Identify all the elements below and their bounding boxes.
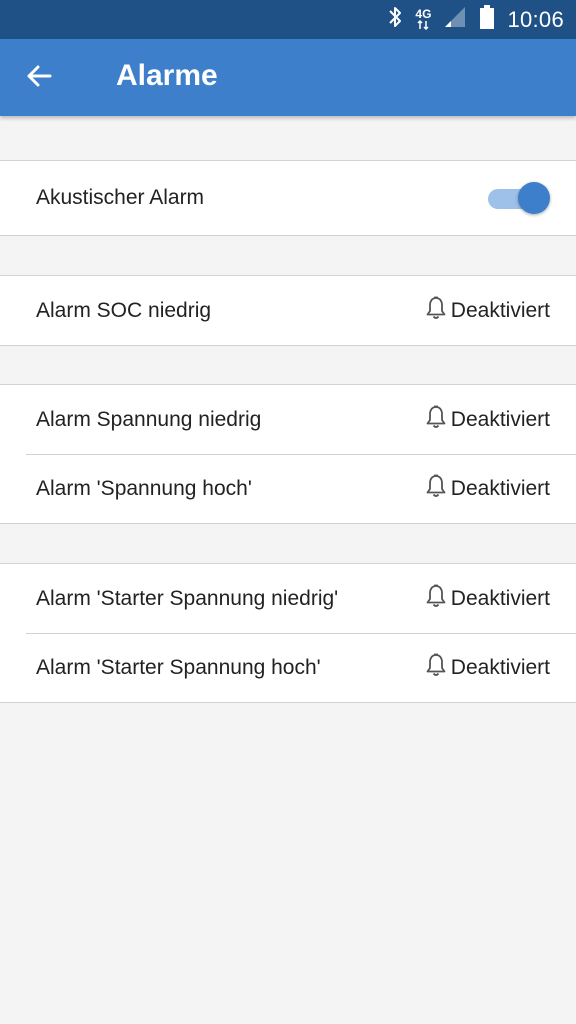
status-bar: 4G 10:06 [0,0,576,39]
setting-label: Alarm Spannung niedrig [36,407,262,431]
bell-icon [425,583,447,615]
setting-label: Akustischer Alarm [36,186,205,209]
setting-label: Alarm SOC niedrig [36,298,212,322]
acoustic-alarm-toggle[interactable] [488,181,550,215]
setting-label: Alarm 'Starter Spannung hoch' [36,655,321,679]
setting-row-alarm-voltage-high[interactable]: Alarm 'Spannung hoch' Deaktiviert [0,454,576,523]
status-icons: 4G 10:06 [387,0,564,39]
bell-icon [425,473,447,505]
bluetooth-icon [387,5,403,34]
toggle-knob [518,182,550,214]
setting-row-alarm-starter-voltage-low[interactable]: Alarm 'Starter Spannung niedrig' Deaktiv… [0,564,576,633]
page-title: Alarme [116,59,218,92]
alarm-status-label: Deaktiviert [450,476,550,500]
alarm-status: Deaktiviert [425,652,550,684]
alarm-status: Deaktiviert [425,473,550,505]
setting-row-alarm-starter-voltage-high[interactable]: Alarm 'Starter Spannung hoch' Deaktivier… [0,633,576,702]
bell-icon [425,652,447,684]
alarm-status: Deaktiviert [425,295,550,327]
setting-row-acoustic-alarm[interactable]: Akustischer Alarm [0,161,576,235]
app-bar: Alarme [0,39,576,116]
settings-group-soc: Alarm SOC niedrig Deaktiviert [0,275,576,346]
setting-label: Alarm 'Spannung hoch' [36,476,252,500]
bell-icon [425,404,447,436]
alarm-status-label: Deaktiviert [450,586,550,610]
bell-icon [425,295,447,327]
setting-row-alarm-voltage-low[interactable]: Alarm Spannung niedrig Deaktiviert [0,385,576,454]
settings-group-acoustic: Akustischer Alarm [0,160,576,236]
signal-icon [443,6,467,33]
arrow-left-icon [25,62,53,95]
settings-group-starter-voltage: Alarm 'Starter Spannung niedrig' Deaktiv… [0,563,576,703]
setting-label: Alarm 'Starter Spannung niedrig' [36,586,339,610]
settings-group-voltage: Alarm Spannung niedrig Deaktiviert Alarm… [0,384,576,524]
status-time: 10:06 [507,6,564,32]
setting-row-alarm-soc-low[interactable]: Alarm SOC niedrig Deaktiviert [0,276,576,345]
battery-icon [479,4,495,35]
network-type-label: 4G [415,7,432,21]
alarm-status-label: Deaktiviert [450,298,550,322]
alarm-status-label: Deaktiviert [450,407,550,431]
alarm-status: Deaktiviert [425,404,550,436]
alarm-status-label: Deaktiviert [450,655,550,679]
network-4g-icon: 4G [415,7,432,30]
alarm-status: Deaktiviert [425,583,550,615]
back-button[interactable] [18,57,60,99]
